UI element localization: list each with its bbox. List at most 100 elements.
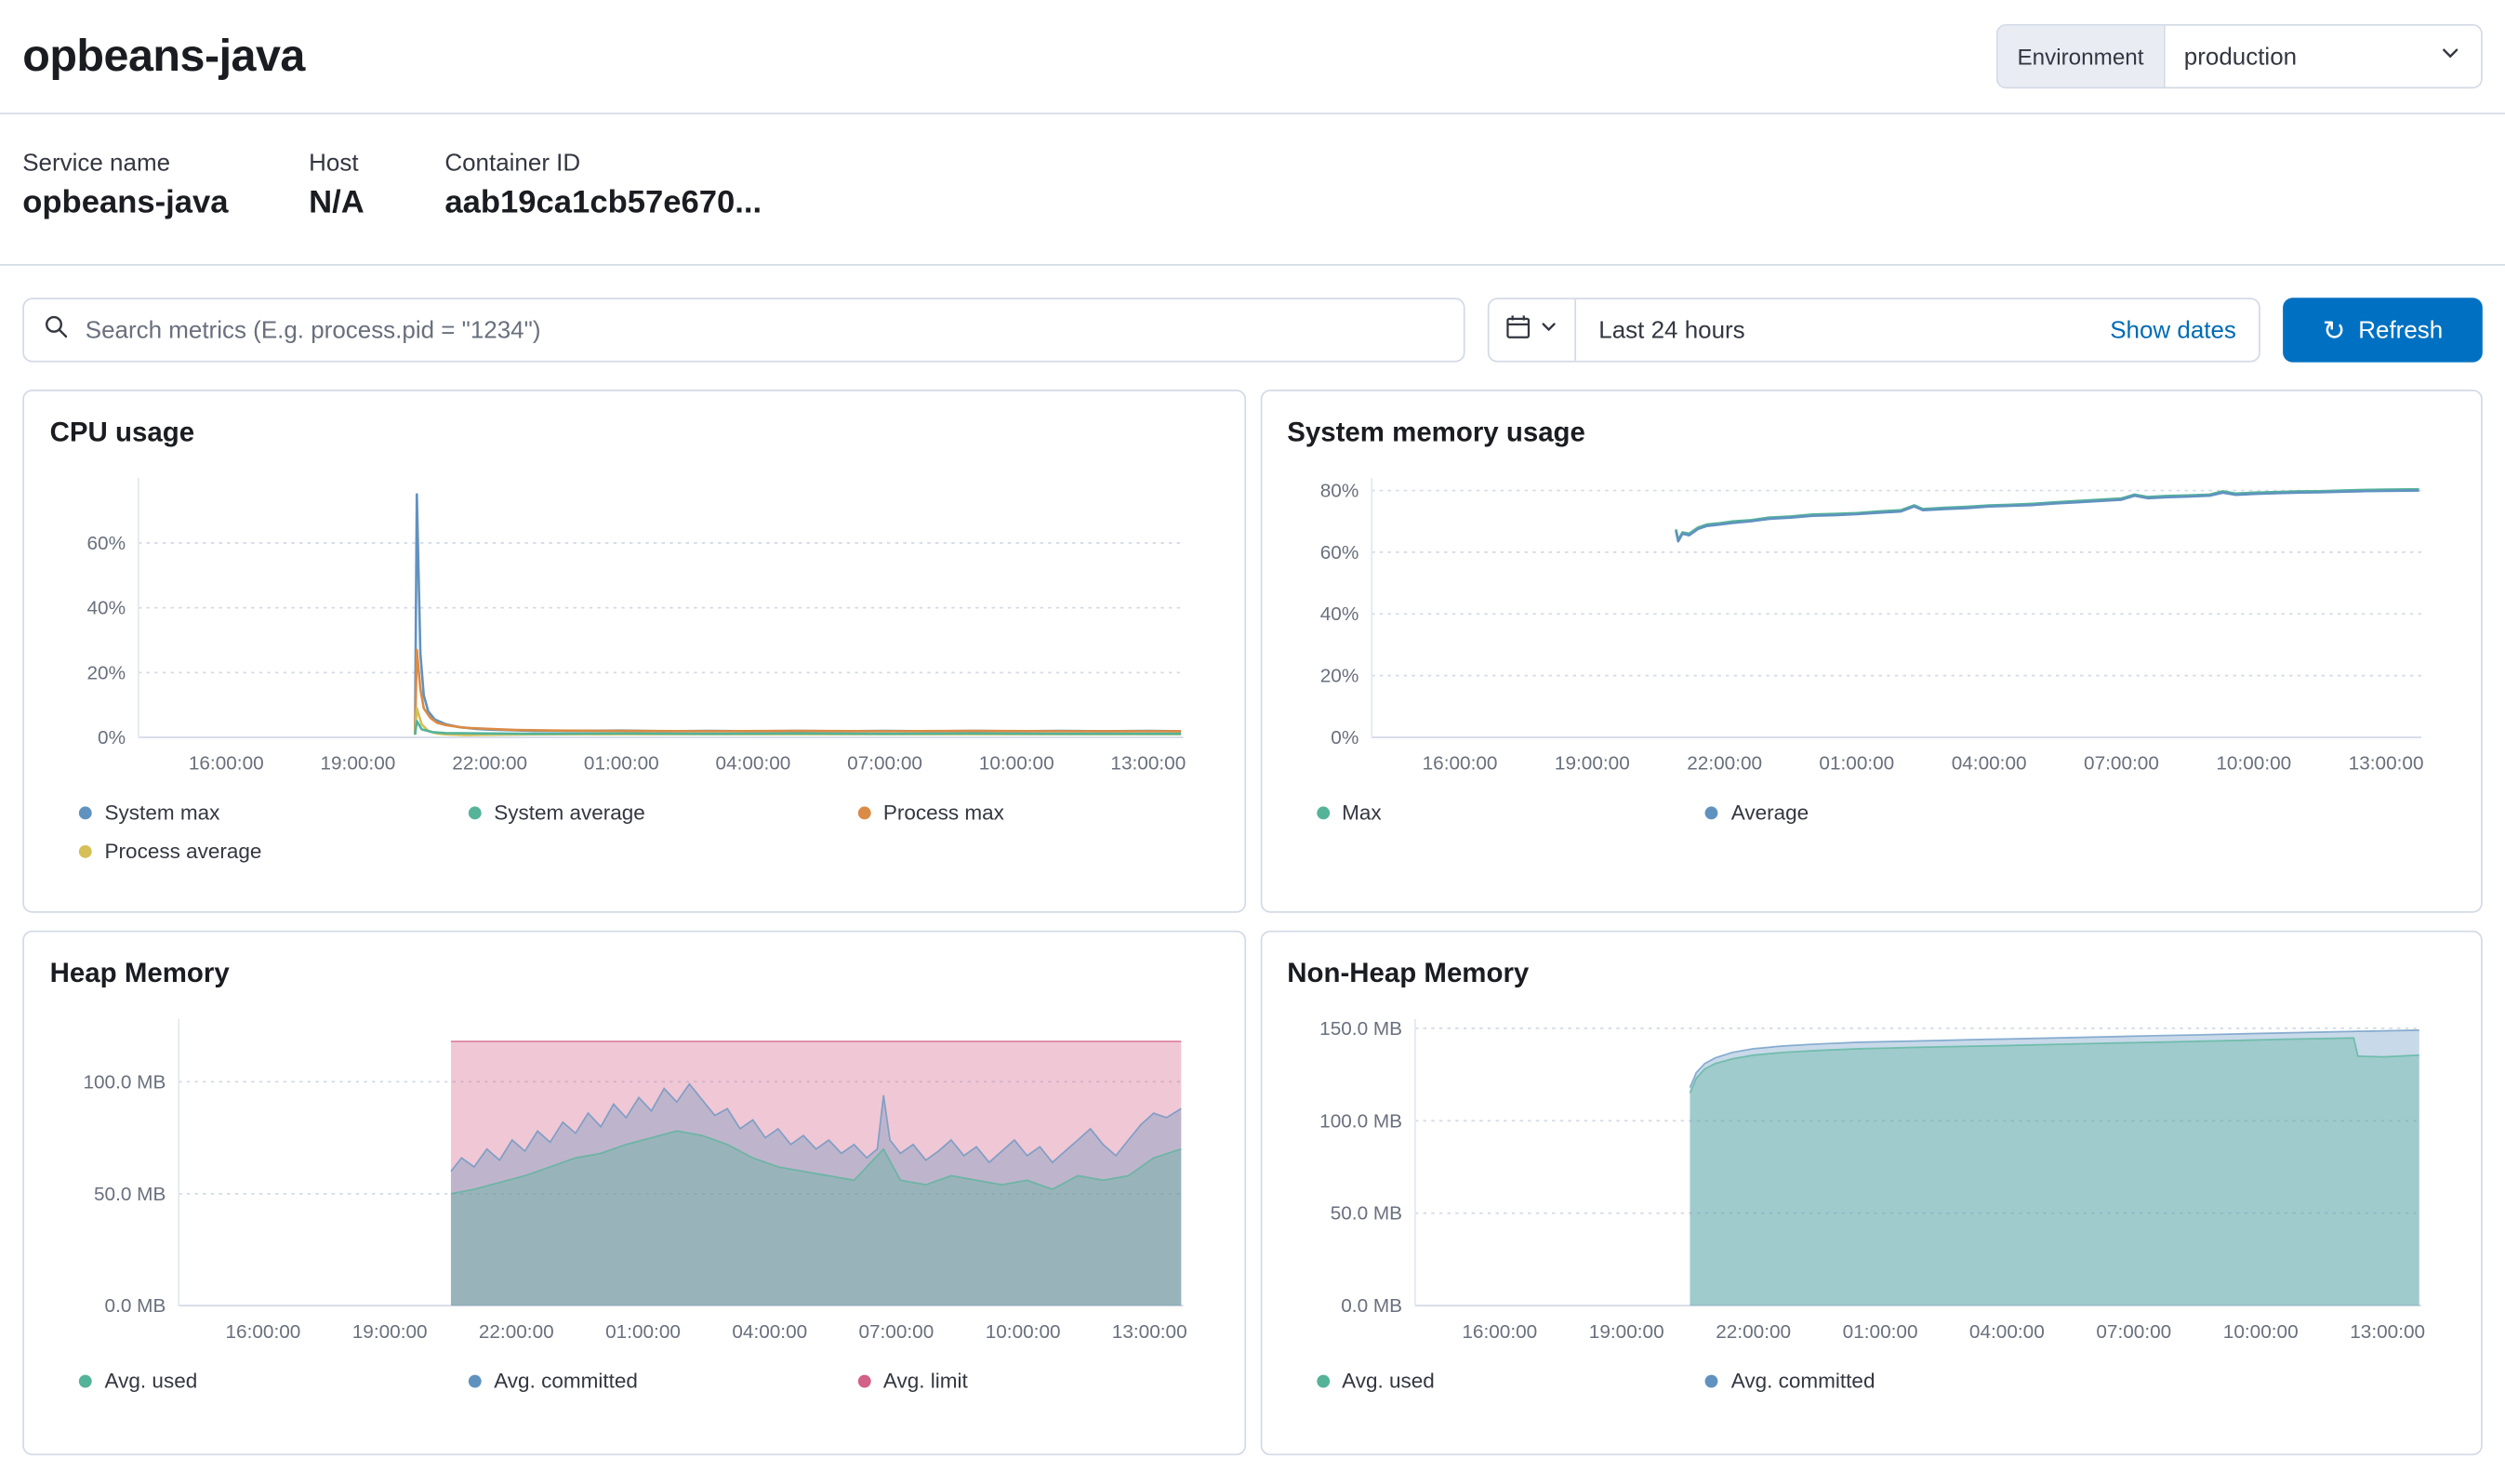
service-name-label: Service name <box>22 150 228 177</box>
legend-dot <box>1705 1374 1718 1387</box>
svg-text:19:00:00: 19:00:00 <box>1554 753 1629 775</box>
legend-dot <box>857 806 870 819</box>
svg-text:22:00:00: 22:00:00 <box>1686 753 1761 775</box>
search-box <box>22 298 1465 362</box>
calendar-button[interactable] <box>1490 299 1576 361</box>
svg-text:13:00:00: 13:00:00 <box>1110 753 1186 775</box>
refresh-label: Refresh <box>2358 316 2443 343</box>
panel-title: Non-Heap Memory <box>1287 958 2455 990</box>
legend-dot <box>79 844 92 857</box>
legend-label: Avg. limit <box>883 1369 968 1393</box>
panel-system-memory: System memory usage 0%20%40%60%80%16:00:… <box>1260 390 2483 913</box>
legend-dot <box>79 1374 92 1387</box>
legend-item[interactable]: Avg. limit <box>828 1369 1218 1393</box>
svg-text:0%: 0% <box>1330 727 1358 749</box>
heap-memory-chart: 0.0 MB50.0 MB100.0 MB16:00:0019:00:0022:… <box>50 1006 1218 1347</box>
panel-title: System memory usage <box>1287 417 2455 449</box>
svg-text:50.0 MB: 50.0 MB <box>1330 1203 1401 1225</box>
refresh-button[interactable]: ↻ Refresh <box>2283 298 2483 362</box>
page-header: opbeans-java Environment production <box>0 0 2505 113</box>
show-dates-link[interactable]: Show dates <box>2110 316 2259 343</box>
legend-item[interactable]: Avg. committed <box>1677 1369 2066 1393</box>
svg-text:150.0 MB: 150.0 MB <box>1319 1018 1401 1040</box>
svg-text:10:00:00: 10:00:00 <box>2215 753 2290 775</box>
svg-text:20%: 20% <box>1319 666 1359 687</box>
legend-label: Avg. used <box>1342 1369 1435 1393</box>
legend-item[interactable]: System average <box>439 801 828 825</box>
panel-nonheap-memory: Non-Heap Memory 0.0 MB 50.0 MB 100.0 MB 150… <box>1260 931 2483 1455</box>
search-input[interactable] <box>82 314 1444 345</box>
svg-text:10:00:00: 10:00:00 <box>986 1321 1061 1343</box>
legend-dot <box>1316 1374 1329 1387</box>
calendar-chevron-down-icon <box>1539 315 1558 344</box>
page: opbeans-java Environment production Serv… <box>0 0 2505 1484</box>
container-id-value: aab19ca1cb57e670... <box>444 185 762 222</box>
svg-text:19:00:00: 19:00:00 <box>320 753 395 775</box>
chevron-down-icon <box>2439 42 2461 71</box>
page-title: opbeans-java <box>22 31 305 82</box>
legend-label: Avg. committed <box>1731 1369 1875 1393</box>
svg-text:0%: 0% <box>98 727 126 749</box>
nonheap-memory-chart: 0.0 MB50.0 MB100.0 MB150.0 MB16:00:0019:… <box>1287 1006 2455 1347</box>
svg-text:50.0 MB: 50.0 MB <box>94 1184 166 1205</box>
svg-text:0.0 MB: 0.0 MB <box>1340 1295 1401 1317</box>
environment-value: production <box>2184 43 2297 70</box>
svg-text:40%: 40% <box>86 598 126 619</box>
datepicker: Last 24 hours Show dates <box>1488 298 2260 362</box>
container-id-label: Container ID <box>444 150 762 177</box>
svg-text:13:00:00: 13:00:00 <box>1112 1321 1187 1343</box>
svg-text:0.0 MB: 0.0 MB <box>105 1295 166 1317</box>
nonheap-memory-legend: Avg. used Avg. committed <box>1287 1369 2455 1393</box>
svg-text:100.0 MB: 100.0 MB <box>1319 1110 1401 1132</box>
legend-item[interactable]: Process average <box>50 839 440 863</box>
legend-item[interactable]: Average <box>1677 801 2066 825</box>
legend-item[interactable]: Max <box>1287 801 1677 825</box>
legend-label: Max <box>1342 801 1382 825</box>
service-info: Service name opbeans-java Host N/A Conta… <box>0 114 2505 264</box>
legend-item[interactable]: Avg. committed <box>439 1369 828 1393</box>
legend-dot <box>857 1374 870 1387</box>
host-label: Host <box>309 150 364 177</box>
legend-label: Avg. used <box>105 1369 198 1393</box>
charts-grid: CPU usage 0% 20% 40% 60% 16:00:00 19:00:00 22:… <box>0 388 2505 1455</box>
legend-label: Process average <box>105 839 262 863</box>
legend-dot <box>468 1374 481 1387</box>
legend-dot <box>468 806 481 819</box>
calendar-icon <box>1505 313 1531 347</box>
legend-item[interactable]: Avg. used <box>50 1369 440 1393</box>
svg-text:07:00:00: 07:00:00 <box>2083 753 2158 775</box>
svg-text:60%: 60% <box>1319 542 1359 563</box>
svg-text:10:00:00: 10:00:00 <box>2222 1321 2298 1343</box>
system-memory-chart: 0%20%40%60%80%16:00:0019:00:0022:00:0001… <box>1287 465 2455 779</box>
legend-dot <box>1705 806 1718 819</box>
legend-item[interactable]: System max <box>50 801 440 825</box>
svg-text:16:00:00: 16:00:00 <box>1422 753 1497 775</box>
refresh-icon: ↻ <box>2323 316 2346 343</box>
svg-text:22:00:00: 22:00:00 <box>452 753 527 775</box>
host-block: Host N/A <box>309 150 364 222</box>
legend-item[interactable]: Process max <box>828 801 1218 825</box>
cpu-usage-legend: System max System average Process max Proce… <box>50 801 1218 864</box>
time-range-button[interactable]: Last 24 hours <box>1576 316 2110 343</box>
toolbar: Last 24 hours Show dates ↻ Refresh <box>0 266 2505 389</box>
legend-item[interactable]: Avg. used <box>1287 1369 1677 1393</box>
svg-text:04:00:00: 04:00:00 <box>1951 753 2026 775</box>
legend-dot <box>79 806 92 819</box>
svg-text:01:00:00: 01:00:00 <box>1842 1321 1917 1343</box>
svg-text:01:00:00: 01:00:00 <box>584 753 659 775</box>
environment-label: Environment <box>1998 26 2165 87</box>
panel-cpu-usage: CPU usage 0%20%40%60%16:00:0019:00:0022:… <box>22 390 1245 913</box>
svg-text:19:00:00: 19:00:00 <box>1588 1321 1663 1343</box>
svg-text:16:00:00: 16:00:00 <box>189 753 264 775</box>
svg-text:10:00:00: 10:00:00 <box>979 753 1054 775</box>
svg-text:04:00:00: 04:00:00 <box>732 1321 807 1343</box>
legend-label: System average <box>494 801 645 825</box>
svg-text:01:00:00: 01:00:00 <box>1819 753 1894 775</box>
environment-select[interactable]: production <box>2165 26 2481 87</box>
panel-title: CPU usage <box>50 417 1218 449</box>
legend-dot <box>1316 806 1329 819</box>
panel-title: Heap Memory <box>50 958 1218 990</box>
svg-text:04:00:00: 04:00:00 <box>1968 1321 2044 1343</box>
svg-text:22:00:00: 22:00:00 <box>479 1321 554 1343</box>
service-name-block: Service name opbeans-java <box>22 150 228 222</box>
